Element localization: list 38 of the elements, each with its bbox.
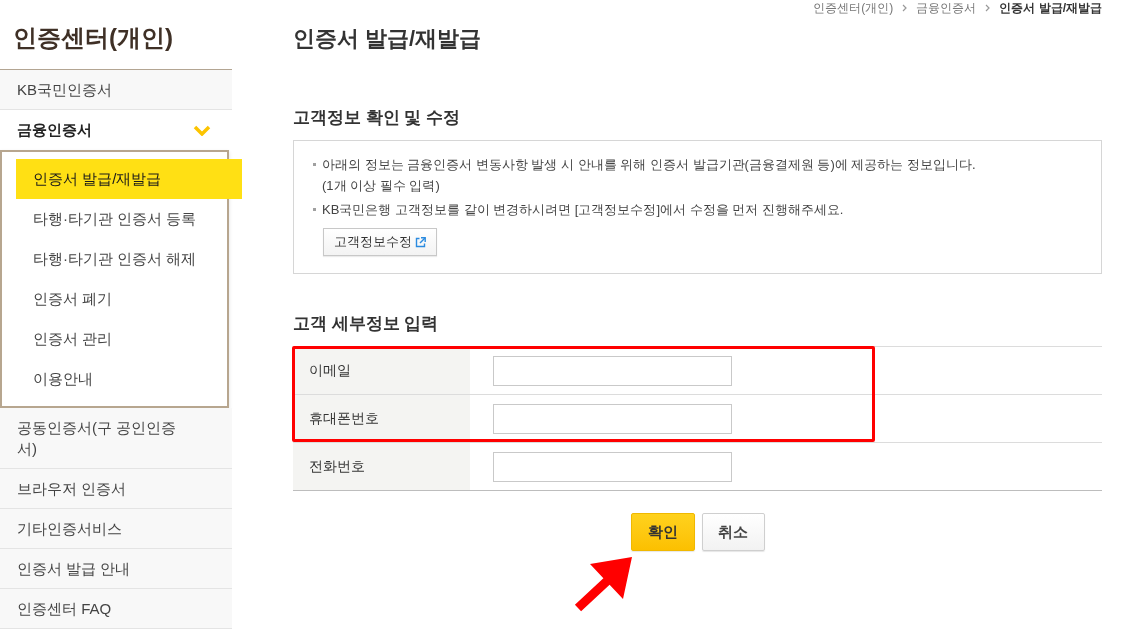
- breadcrumb-link[interactable]: 금융인증서: [916, 0, 977, 16]
- sidebar-item[interactable]: KB국민인증서: [0, 70, 232, 110]
- bullet-icon: [313, 163, 316, 166]
- info-text: KB국민은행 고객정보를 같이 변경하시려면 [고객정보수정]에서 수정을 먼저 진행해주세요.: [322, 201, 844, 219]
- bullet-icon: [313, 208, 316, 211]
- sidebar-title: 인증센터(개인): [12, 23, 174, 53]
- input-field[interactable]: [493, 355, 732, 386]
- annotation-arrow-icon: [574, 556, 633, 612]
- sidebar-item[interactable]: 브라우저 인증서: [0, 469, 232, 509]
- chevron-right-icon: [985, 4, 991, 12]
- input-field[interactable]: [493, 451, 732, 482]
- input-field[interactable]: [493, 403, 732, 434]
- info-subtext: (1개 이상 필수 입력): [321, 177, 440, 195]
- edit-info-button[interactable]: 고객정보수정: [323, 228, 437, 256]
- breadcrumb-link[interactable]: 인증서 발급/재발급: [999, 0, 1102, 16]
- confirm-button[interactable]: 확인: [630, 513, 695, 551]
- sidebar-item[interactable]: 인증센터 FAQ: [0, 589, 232, 629]
- field-label: 이메일: [293, 347, 470, 394]
- sidebar-item[interactable]: 공동인증서(구 공인인증서): [0, 408, 232, 469]
- submenu-item[interactable]: 타행·타기관 인증서 해제: [16, 239, 211, 279]
- submenu-item[interactable]: 인증서 폐기: [16, 279, 211, 319]
- submenu-item[interactable]: 타행·타기관 인증서 등록: [16, 199, 211, 239]
- submenu-item[interactable]: 인증서 관리: [16, 319, 211, 359]
- external-link-icon: [415, 236, 426, 248]
- submenu-item[interactable]: 인증서 발급/재발급: [16, 159, 242, 199]
- field-label: 전화번호: [293, 443, 470, 490]
- cancel-button[interactable]: 취소: [701, 513, 765, 551]
- chevron-down-icon: [193, 124, 211, 136]
- section-heading: 고객정보 확인 및 수정: [293, 107, 462, 129]
- submenu-item[interactable]: 이용안내: [16, 359, 211, 399]
- info-text: 아래의 정보는 금융인증서 변동사항 발생 시 안내를 위해 인증서 발급기관(금융결제원 등)에 제공하는 정보입니다.: [322, 156, 976, 174]
- sidebar-item[interactable]: 인증서 발급 안내: [0, 549, 232, 589]
- page-title: 인증서 발급/재발급: [293, 25, 483, 53]
- breadcrumb-link[interactable]: 인증센터(개인): [813, 0, 894, 16]
- sidebar-item[interactable]: 기타인증서비스: [0, 509, 232, 549]
- field-label: 휴대폰번호: [293, 395, 470, 442]
- section-heading: 고객 세부정보 입력: [293, 313, 440, 335]
- chevron-right-icon: [902, 4, 908, 12]
